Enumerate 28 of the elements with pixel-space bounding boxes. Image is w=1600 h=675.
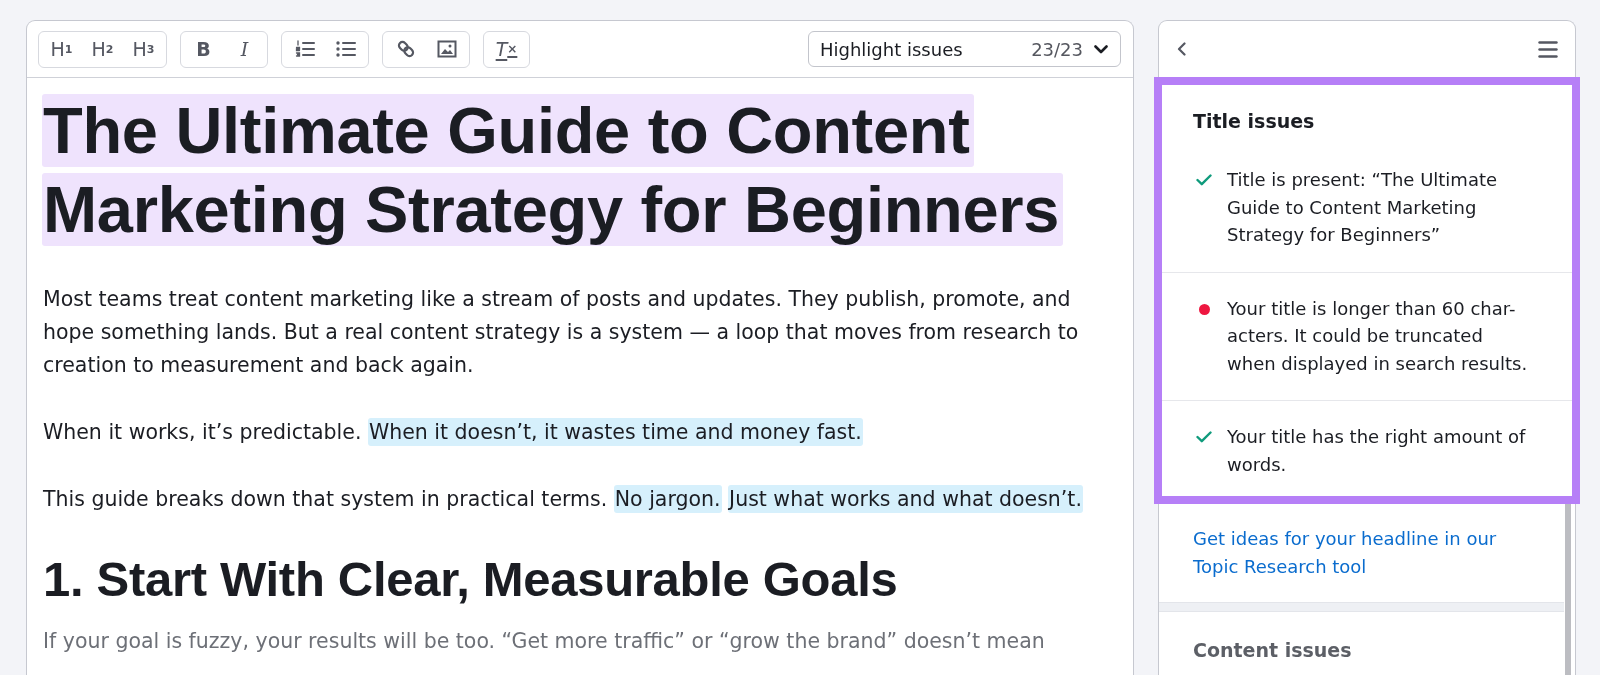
menu-icon	[1538, 40, 1558, 58]
chevron-left-icon	[1177, 42, 1186, 56]
highlighted-sentence: No jargon.	[613, 485, 722, 513]
highlighted-sentence: Just what works and what doesn’t.	[728, 485, 1083, 513]
issue-text: Your title is longer than 60 char-acters. It could be truncated when displayed in search results.	[1227, 296, 1529, 376]
highlight-issues-dropdown[interactable]: Highlight issues 23/23	[808, 31, 1121, 67]
image-icon	[436, 40, 457, 58]
topic-research-link[interactable]: Get ideas for your headline in our Topic Research tool	[1193, 525, 1534, 580]
body-text: When it works, it’s predictable.	[43, 420, 362, 444]
section-heading: Title issues	[1193, 109, 1316, 134]
highlighted-sentence: When it doesn’t, it wastes time and money fast.	[367, 418, 863, 446]
scrollbar-thumb[interactable]	[1565, 504, 1571, 675]
body-text: This guide breaks down that system in practical terms.	[43, 487, 608, 511]
issue-text: Your title has the right amount of words.	[1227, 425, 1527, 477]
issue-count: 23/23	[1031, 38, 1083, 60]
numbered-list-icon	[294, 40, 315, 58]
section-heading: 1. Start With Clear, Measurable Goals	[43, 551, 899, 608]
issue-text: Title is present: “The Ultimate Guide to Content Marketing Strategy for Beginners”	[1227, 168, 1499, 247]
link-icon	[395, 39, 416, 59]
bulleted-list-icon	[335, 41, 356, 57]
bold-button[interactable]: B	[183, 32, 224, 66]
body-text: Most teams treat content marketing like a stream of posts and updates. They publish, promote, and hope something lands. But a real content strategy is a system — a loop that moves from research to creation to measurement and back again.	[43, 287, 1079, 377]
body-text: If your goal is fuzzy, your results will be too. “Get more traffic” or “grow the brand” doesn’t mean	[43, 629, 1045, 653]
menu-button[interactable]	[1538, 40, 1558, 58]
back-button[interactable]	[1177, 42, 1186, 56]
italic-button[interactable]: I	[224, 32, 265, 66]
section-heading: Content issues	[1193, 638, 1353, 663]
chevron-down-icon	[1094, 44, 1108, 54]
